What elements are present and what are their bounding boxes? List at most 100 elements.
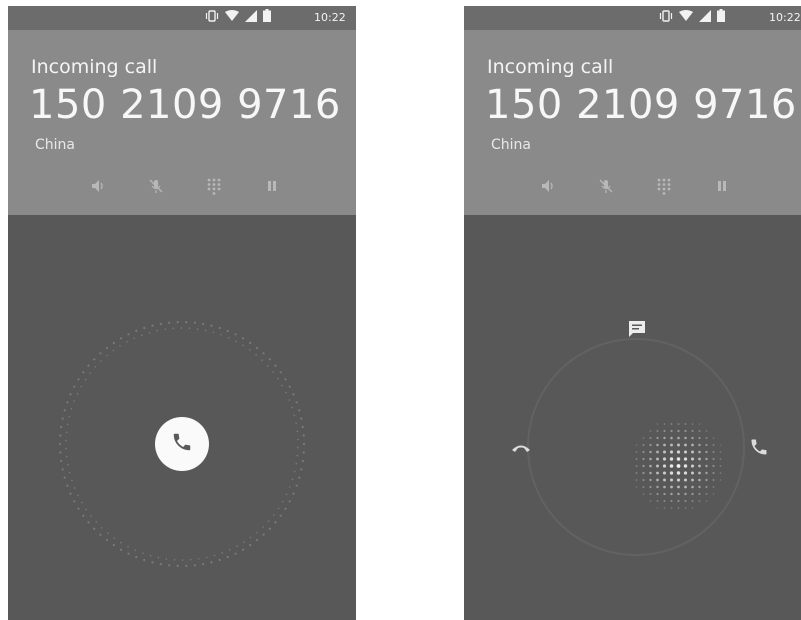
- glow-dot: [712, 464, 715, 468]
- glow-dot: [719, 479, 722, 481]
- glow-dot: [635, 472, 638, 474]
- glow-dot: [698, 443, 701, 447]
- answer-target-button[interactable]: [746, 436, 772, 462]
- ring-dot: [274, 521, 277, 524]
- ring-dot: [249, 341, 252, 344]
- ring-dot: [60, 425, 63, 429]
- ring-dot: [268, 527, 271, 530]
- glow-dot: [691, 485, 694, 489]
- glow-dot: [649, 443, 652, 447]
- answer-button[interactable]: [155, 417, 209, 471]
- ring-dot: [300, 468, 303, 471]
- speaker-icon[interactable]: [538, 176, 558, 196]
- ring-dot: [249, 536, 252, 539]
- ring-dot: [84, 378, 87, 381]
- glow-dot: [698, 430, 701, 432]
- glow-dot: [663, 429, 666, 433]
- glow-dot: [712, 471, 715, 475]
- glow-dot: [656, 450, 659, 454]
- pause-icon[interactable]: [712, 176, 732, 196]
- decline-button[interactable]: [508, 436, 534, 462]
- glow-dot: [663, 436, 666, 440]
- glow-dot: [683, 457, 688, 461]
- glow-dot: [662, 464, 667, 468]
- mute-icon[interactable]: [146, 176, 166, 196]
- ring-dot: [301, 459, 304, 463]
- mute-icon[interactable]: [596, 176, 616, 196]
- glow-dot: [683, 450, 688, 454]
- ring-dot: [173, 559, 176, 561]
- ring-dot: [236, 545, 238, 547]
- glow-dot: [691, 507, 694, 509]
- ring-dot: [285, 493, 288, 496]
- ring-dot: [256, 346, 259, 349]
- ring-dot: [63, 476, 66, 479]
- ring-dot: [168, 321, 171, 324]
- ring-dot: [295, 484, 298, 487]
- ring-dot: [268, 358, 271, 361]
- ring-dot: [81, 501, 83, 504]
- speaker-icon[interactable]: [88, 176, 108, 196]
- ring-dot: [284, 378, 287, 381]
- ring-dot: [235, 340, 237, 343]
- ring-dot: [133, 337, 136, 340]
- ring-dot: [119, 548, 123, 551]
- glow-dot: [635, 458, 638, 460]
- ring-dot: [249, 544, 252, 547]
- glow-ring: [527, 338, 745, 556]
- glow-dot: [684, 423, 687, 425]
- ring-dot: [149, 554, 152, 557]
- ring-dot: [242, 344, 244, 347]
- ring-dot: [73, 500, 76, 503]
- ring-dot: [241, 337, 245, 340]
- ring-dot: [293, 470, 296, 473]
- phone-icon: [171, 431, 193, 458]
- glow-dot: [698, 478, 701, 482]
- ring-dot: [185, 564, 188, 567]
- ring-dot: [292, 492, 295, 495]
- glow-dot: [663, 423, 666, 425]
- incoming-call-label: Incoming call: [487, 56, 614, 78]
- battery-icon: [717, 9, 725, 27]
- ring-dot: [298, 476, 301, 479]
- ring-dot: [164, 328, 167, 330]
- glow-dot: [656, 464, 659, 468]
- dialpad-icon[interactable]: [654, 176, 674, 196]
- glow-dot: [691, 429, 694, 433]
- ring-dot: [279, 371, 282, 374]
- glow-dot: [642, 478, 645, 482]
- ring-dot: [105, 539, 108, 542]
- glow-dot: [698, 471, 701, 475]
- glow-dot: [684, 443, 687, 447]
- ring-dot: [204, 329, 207, 332]
- ring-dot: [255, 354, 257, 356]
- ring-dot: [126, 341, 128, 343]
- ring-dot: [101, 527, 103, 529]
- ring-dot: [256, 539, 259, 542]
- status-bar: 10:22: [464, 6, 801, 30]
- ring-dot: [127, 552, 130, 555]
- dialpad-icon[interactable]: [204, 176, 224, 196]
- glow-dot: [656, 471, 659, 475]
- ring-dot: [284, 507, 287, 510]
- glow-dot: [669, 471, 674, 475]
- ring-dot: [148, 331, 151, 334]
- text-reply-button[interactable]: [624, 318, 650, 344]
- ring-dot: [297, 446, 299, 449]
- ring-dot: [197, 558, 200, 560]
- ring-dot: [193, 564, 196, 567]
- glow-dot: [698, 450, 701, 454]
- glow-dot: [705, 443, 708, 447]
- ring-dot: [69, 393, 72, 396]
- pause-icon[interactable]: [262, 176, 282, 196]
- glow-dot: [705, 437, 708, 439]
- glow-dot: [663, 492, 666, 496]
- glow-dot: [677, 492, 680, 496]
- call-controls: [538, 176, 732, 196]
- glow-dot: [690, 464, 695, 468]
- ring-dot: [112, 341, 115, 344]
- ring-dot: [127, 333, 130, 336]
- ring-dot: [60, 459, 63, 463]
- ring-dot: [261, 359, 263, 361]
- ring-dot: [77, 494, 79, 497]
